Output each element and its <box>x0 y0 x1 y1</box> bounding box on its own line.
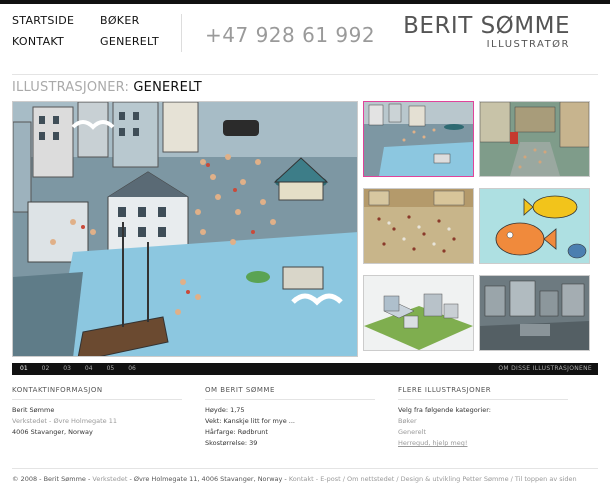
city-square-illustration <box>13 102 357 356</box>
nav-boker[interactable]: BØKER <box>100 14 180 27</box>
contact-address-2: 4006 Stavanger, Norway <box>12 428 93 436</box>
thumbnail-grid <box>363 101 590 351</box>
main-illustration[interactable] <box>12 101 358 357</box>
gallery-pager: 01 02 03 04 05 06 OM DISSE ILLUSTRASJONE… <box>12 363 598 375</box>
about-column: OM BERIT SØMME Høyde: 1,75 Vekt: Kanskje… <box>205 386 385 449</box>
page-link-01[interactable]: 01 <box>20 363 28 375</box>
phone-number: +47 928 61 992 <box>205 23 376 47</box>
logo-name: BERIT SØMME <box>403 13 570 39</box>
page-title: ILLUSTRASJONER: GENERELT <box>12 80 202 95</box>
logo[interactable]: BERIT SØMME ILLUSTRATØR <box>403 14 570 50</box>
nav-kontakt[interactable]: KONTAKT <box>12 35 100 48</box>
page-link-06[interactable]: 06 <box>128 363 136 375</box>
contact-name: Berit Sømme <box>12 406 55 414</box>
page-link-02[interactable]: 02 <box>42 363 50 375</box>
about-line: Høyde: 1,75 <box>205 406 245 414</box>
footer-copyright: © 2008 - Berit Sømme - <box>12 475 93 483</box>
more-illustrations-column: FLERE ILLUSTRASJONER Velg fra følgende k… <box>398 386 578 449</box>
thumbnail-festival-crowd[interactable] <box>363 188 474 264</box>
about-title: OM BERIT SØMME <box>205 386 375 400</box>
thumbnail-grey-city[interactable] <box>479 275 590 351</box>
about-line: Vekt: Kanskje litt for mye ... <box>205 417 296 425</box>
thumbnail-fish[interactable] <box>479 188 590 264</box>
footer-links[interactable]: Kontakt - E-post / Om nettstedet / Desig… <box>289 475 577 483</box>
site-footer: © 2008 - Berit Sømme - Verkstedet - Øvre… <box>12 475 577 483</box>
main-nav: STARTSIDE BØKER KONTAKT GENERELT <box>12 14 182 48</box>
page-title-current: GENERELT <box>133 80 202 95</box>
about-line: Skostørrelse: 39 <box>205 439 258 447</box>
thumbnail-city-street[interactable] <box>479 101 590 177</box>
page-link-03[interactable]: 03 <box>63 363 71 375</box>
about-line: Hårfarge: Rødbrunt <box>205 428 268 436</box>
nav-startside[interactable]: STARTSIDE <box>12 14 100 27</box>
category-link-boker[interactable]: Bøker <box>398 416 578 427</box>
footer-workshop-link[interactable]: Verkstedet <box>92 475 127 483</box>
page-list: 01 02 03 04 05 06 <box>20 363 136 375</box>
thumbnail-isometric-town[interactable] <box>363 275 474 351</box>
about-illustrations-link[interactable]: OM DISSE ILLUSTRASJONENE <box>498 363 592 375</box>
footer-divider <box>12 468 598 469</box>
page-title-prefix: ILLUSTRASJONER: <box>12 80 130 95</box>
contact-column: KONTAKTINFORMASJON Berit Sømme Verkstede… <box>12 386 192 438</box>
top-bar <box>0 0 610 4</box>
page-link-04[interactable]: 04 <box>85 363 93 375</box>
more-intro: Velg fra følgende kategorier: <box>398 406 491 414</box>
logo-subtitle: ILLUSTRATØR <box>486 39 570 50</box>
page-link-05[interactable]: 05 <box>107 363 115 375</box>
thumbnail-harbor-city[interactable] <box>363 101 474 177</box>
header-divider-line <box>12 74 598 75</box>
footer-address: - Øvre Holmegate 11, 4006 Stavanger, Nor… <box>127 475 289 483</box>
contact-title: KONTAKTINFORMASJON <box>12 386 182 400</box>
nav-generelt[interactable]: GENERELT <box>100 35 180 48</box>
more-title: FLERE ILLUSTRASJONER <box>398 386 568 400</box>
contact-address-1[interactable]: Verkstedet - Øvre Holmegate 11 <box>12 416 192 427</box>
header-divider <box>181 14 182 52</box>
category-link-herregud[interactable]: Herregud, hjelp meg! <box>398 438 578 449</box>
category-link-generelt[interactable]: Generelt <box>398 427 578 438</box>
